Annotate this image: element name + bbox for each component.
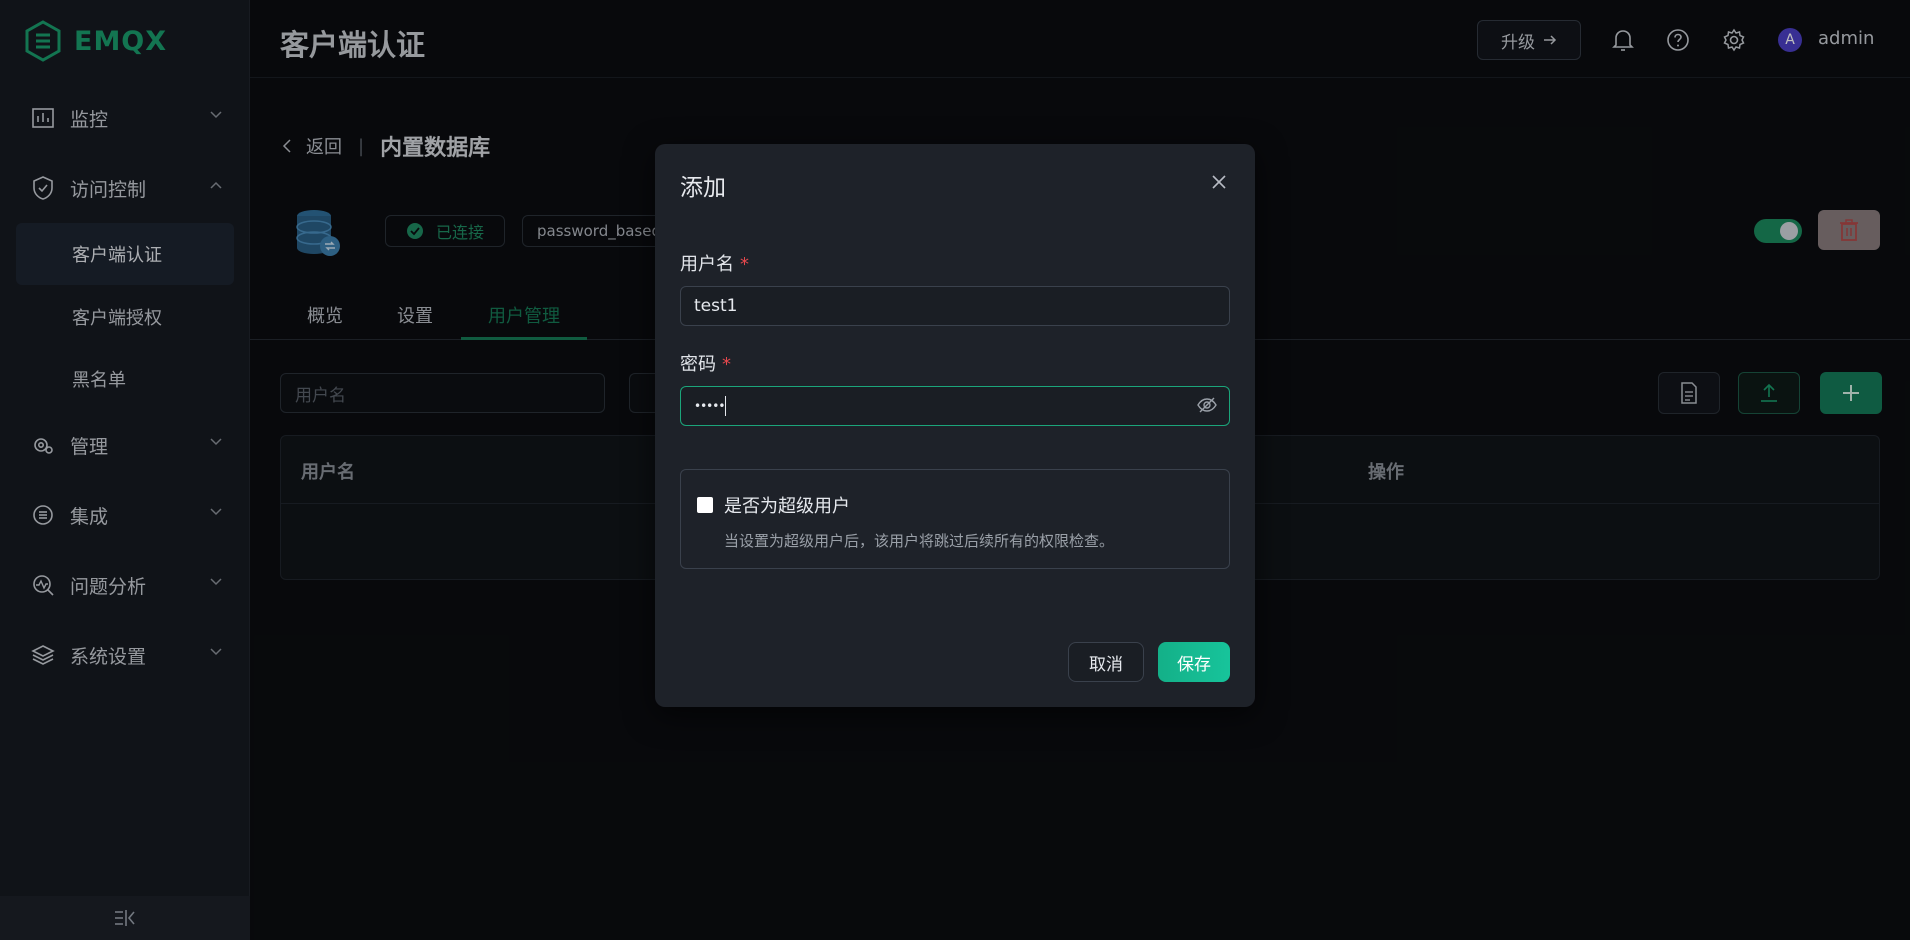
superuser-label[interactable]: 是否为超级用户 [724, 492, 850, 518]
superuser-section: 是否为超级用户 当设置为超级用户后，该用户将跳过后续所有的权限检查。 [680, 469, 1230, 569]
dialog-close-button[interactable] [1207, 170, 1231, 194]
password-value: ••••• [694, 399, 725, 413]
save-button[interactable]: 保存 [1158, 642, 1230, 682]
required-mark: * [740, 254, 749, 275]
close-icon [1212, 175, 1226, 189]
required-mark: * [722, 354, 731, 375]
password-input[interactable]: ••••• [680, 386, 1230, 426]
text-caret [725, 396, 727, 416]
username-label-text: 用户名 [680, 254, 734, 275]
add-user-dialog: 添加 用户名 * test1 密码 * ••••• 是否为超级用户 当设置为超级用户… [655, 144, 1255, 707]
superuser-description: 当设置为超级用户后，该用户将跳过后续所有的权限检查。 [724, 532, 1115, 550]
password-label: 密码 * [680, 350, 731, 376]
password-label-text: 密码 [680, 354, 716, 375]
cancel-button[interactable]: 取消 [1068, 642, 1144, 682]
username-value: test1 [694, 296, 738, 316]
dialog-title: 添加 [680, 175, 726, 201]
username-input[interactable]: test1 [680, 286, 1230, 326]
superuser-checkbox[interactable] [697, 497, 713, 513]
username-label: 用户名 * [680, 250, 749, 276]
eye-off-icon[interactable] [1197, 396, 1217, 414]
